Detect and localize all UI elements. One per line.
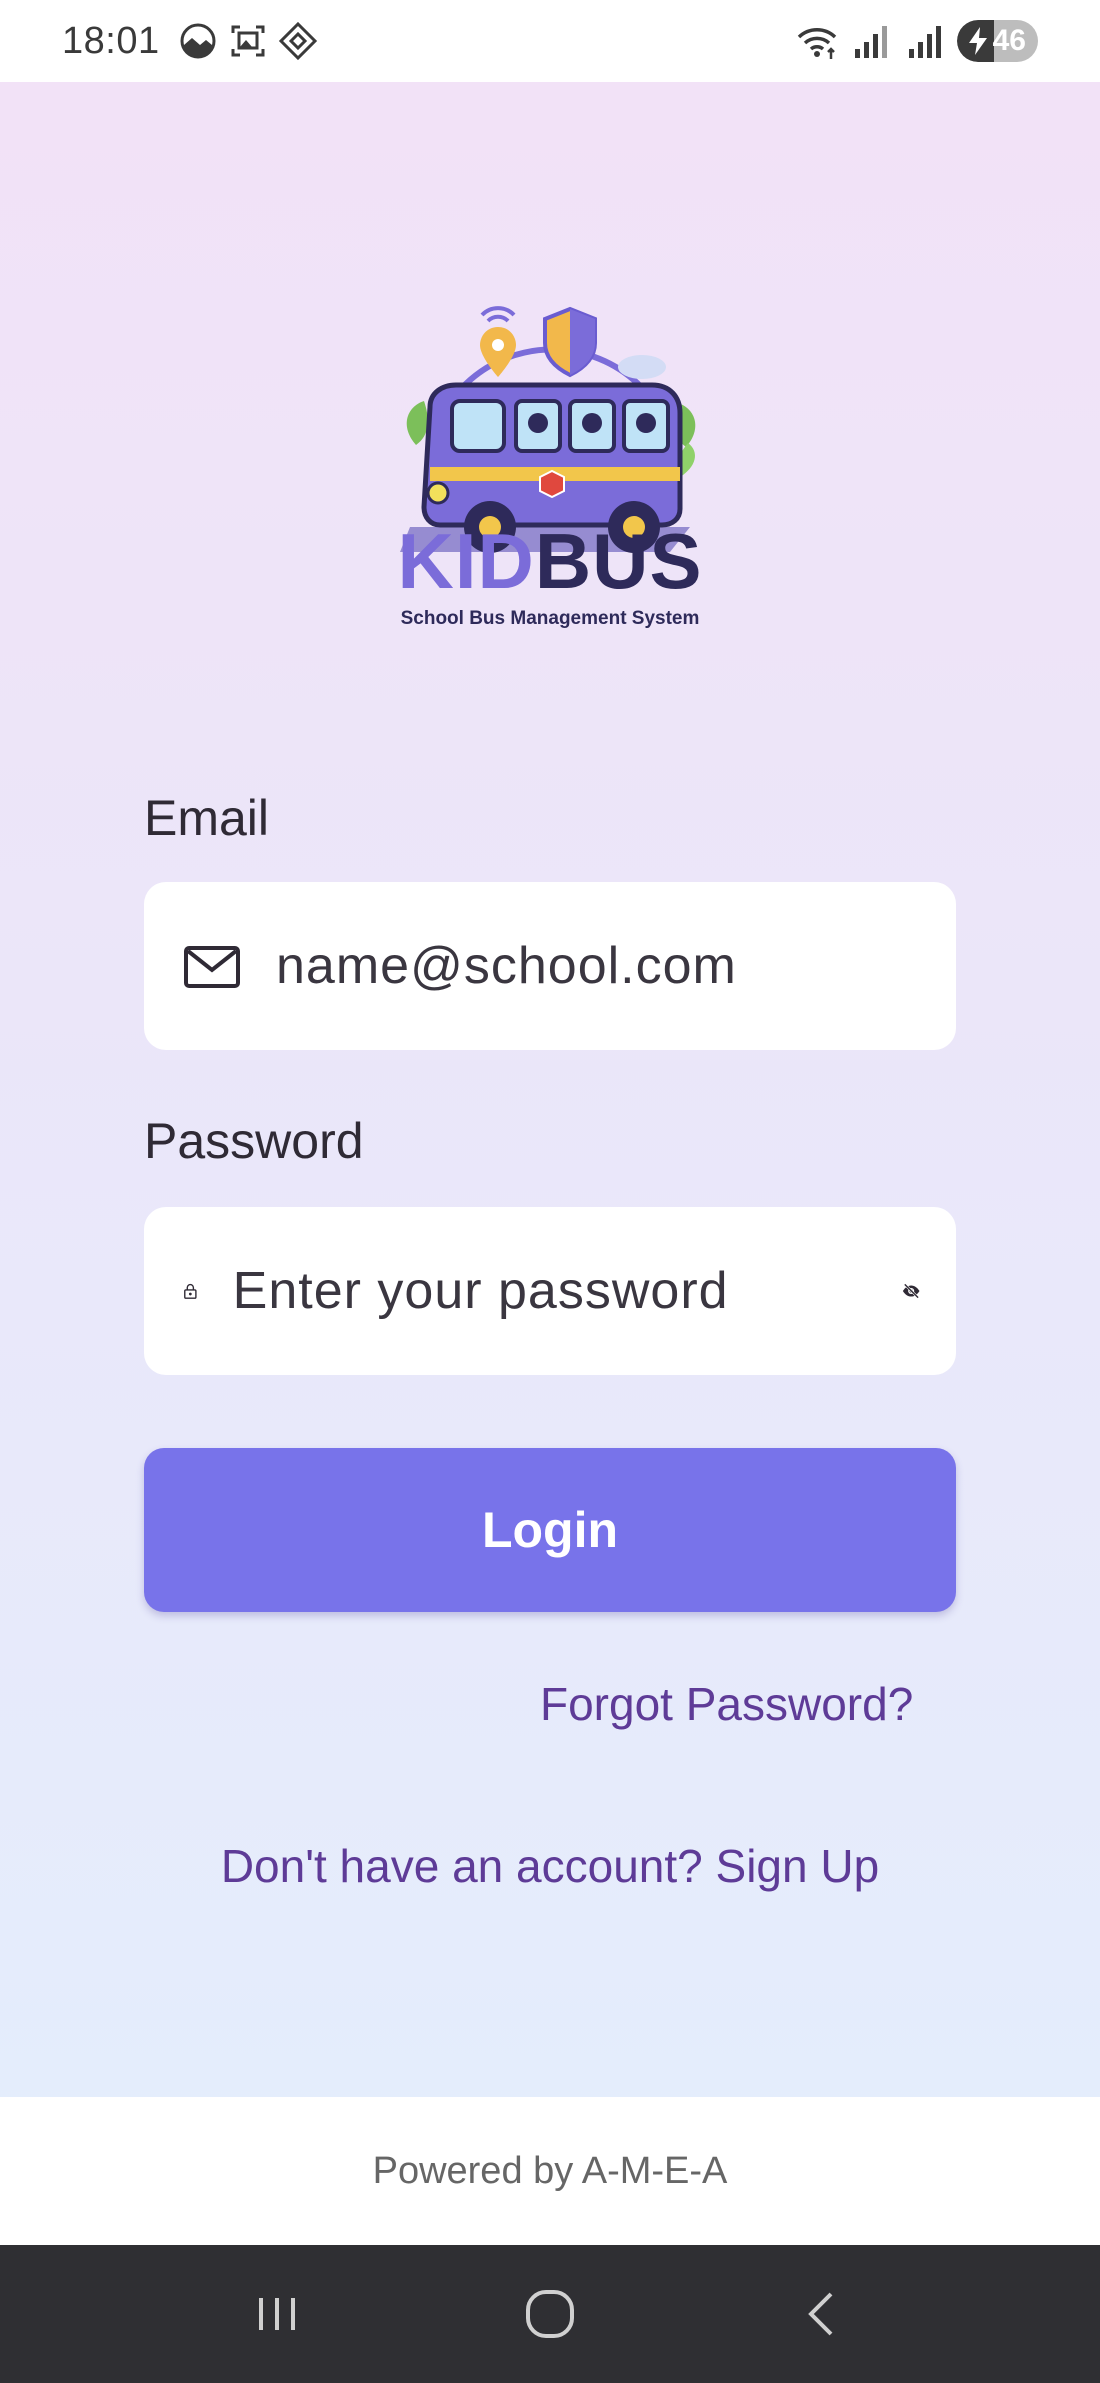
signup-link[interactable]: Don't have an account? Sign Up: [0, 1839, 1100, 1893]
bolt-icon: [968, 27, 987, 55]
eye-off-icon[interactable]: [902, 1261, 920, 1321]
recent-apps-icon[interactable]: [247, 2284, 307, 2344]
email-label: Email: [144, 790, 270, 846]
system-nav-bar: [0, 2245, 1100, 2383]
status-notification-icons: [178, 21, 318, 61]
brand-title-bus: BUS: [534, 517, 703, 605]
screenshot-icon: [231, 25, 265, 57]
status-time: 18:01: [62, 19, 160, 62]
login-screen: KIDBUS School Bus Management System Emai…: [0, 82, 1100, 2097]
password-label: Password: [144, 1113, 364, 1169]
signal-icon-2: [908, 26, 941, 58]
footer: Powered by A-M-E-A: [0, 2097, 1100, 2245]
password-input[interactable]: [232, 1261, 902, 1321]
diamond-app-icon: [278, 21, 317, 61]
password-field-container[interactable]: [144, 1207, 956, 1375]
battery-charging-icon: 46: [956, 20, 1038, 62]
back-icon[interactable]: [793, 2284, 853, 2344]
brand-tagline: School Bus Management System: [400, 608, 700, 629]
email-field-container[interactable]: [144, 882, 956, 1050]
wifi-icon: [797, 28, 836, 59]
footer-text: Powered by A-M-E-A: [372, 2149, 728, 2192]
status-system-icons: 46: [795, 20, 1038, 62]
forgot-password-link[interactable]: Forgot Password?: [540, 1677, 913, 1731]
login-button[interactable]: Login: [144, 1448, 956, 1612]
brand-block: KIDBUS School Bus Management System: [0, 522, 1100, 630]
battery-level: 46: [992, 24, 1026, 57]
mail-icon: [184, 946, 240, 988]
status-bar: 18:01 46: [0, 0, 1100, 82]
photo-icon: [180, 23, 216, 59]
home-icon[interactable]: [520, 2284, 580, 2344]
brand-title: KIDBUS: [0, 522, 1100, 600]
email-input[interactable]: [276, 936, 956, 996]
lock-icon: [184, 1283, 197, 1299]
brand-title-kid: KID: [397, 517, 535, 605]
signal-icon: [854, 26, 887, 58]
